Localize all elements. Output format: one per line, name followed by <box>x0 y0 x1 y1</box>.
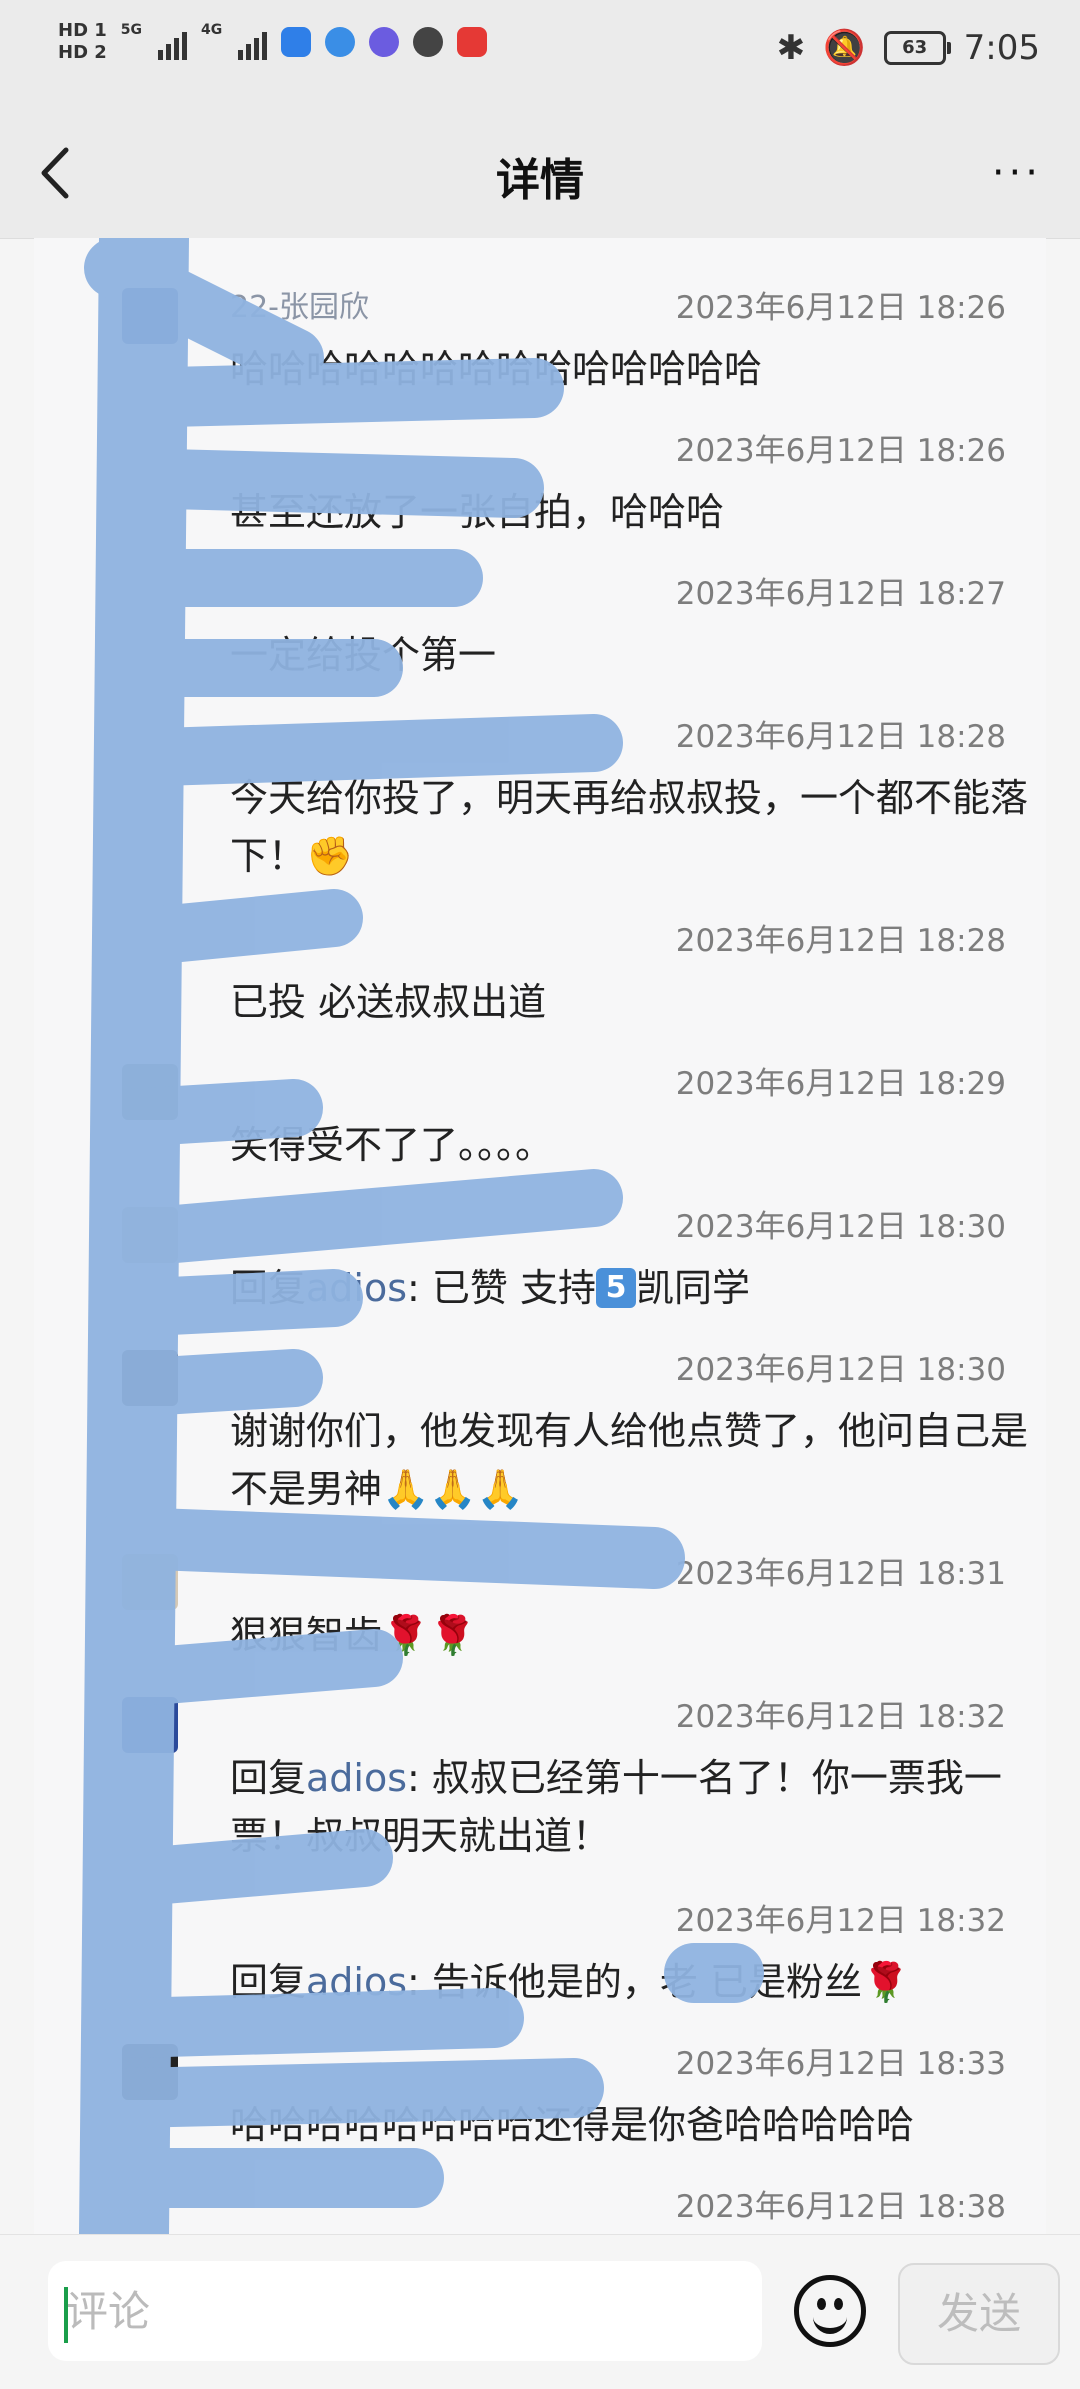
comment-text: 狠狠智齿🌹🌹 <box>230 1613 477 1657</box>
status-right: ✱ 🔕 63 7:05 <box>777 28 1040 68</box>
comment-author[interactable]: 22-张园欣 <box>230 282 369 326</box>
comment-time: 2023年6月12日 18:33 <box>675 2046 1006 2082</box>
comment-time: 2023年6月12日 18:31 <box>675 1556 1006 1592</box>
comment-time: 2023年6月12日 18:38 <box>675 2189 1006 2225</box>
comment-text: 回复adios: 告诉他是的，老 已是粉丝🌹 <box>230 1953 1030 2011</box>
battery-icon: 63 <box>883 31 951 65</box>
more-options-button[interactable]: ··· <box>992 153 1042 193</box>
comment-text: 哈哈哈哈哈哈哈哈还得是你爸哈哈哈哈哈 <box>230 2103 915 2147</box>
reply-body: : 告诉他是的，老 已是粉丝🌹 <box>407 1960 910 2004</box>
sim-indicators: HD 1 HD 2 <box>58 22 107 62</box>
comment-compose-bar: 发送 <box>0 2234 1080 2389</box>
comment-time: 2023年6月12日 18:30 <box>675 1209 1006 1245</box>
avatar[interactable] <box>122 288 178 344</box>
comment-text: 回复adios: 叔叔已经第十一名了！你一票我一票！叔叔明天就出道！ <box>230 1749 1030 1865</box>
clock-time: 7:05 <box>963 28 1040 68</box>
status-bar: HD 1 HD 2 5G 4G ✱ 🔕 63 7:05 <box>0 0 1080 108</box>
comment-text: 哈哈哈哈哈哈哈哈哈哈哈哈哈哈 <box>230 347 763 391</box>
browser-app-icon <box>325 27 356 57</box>
reply-body-suffix: 凯同学 <box>636 1266 751 1310</box>
avatar[interactable] <box>122 2044 178 2100</box>
keycap-five-emoji: 5 <box>596 1268 636 1308</box>
signal-icon <box>158 24 188 60</box>
comment-time: 2023年6月12日 18:32 <box>675 1699 1006 1735</box>
comment-text: 谢谢你们，他发现有人给他点赞了，他问自己是不是男神🙏🙏🙏 <box>230 1409 1029 1511</box>
comment-time: 2023年6月12日 18:26 <box>675 290 1006 326</box>
comment-time: 2023年6月12日 18:29 <box>675 1066 1006 1102</box>
reply-body: : 已赞 支持 <box>407 1266 596 1310</box>
comment-text: 今天给你投了，明天再给叔叔投，一个都不能落下！✊ <box>230 776 1029 878</box>
reply-prefix: 回复 <box>230 1266 307 1310</box>
avatar[interactable] <box>122 1554 178 1610</box>
chat-bubble-icon <box>413 27 444 57</box>
top-nav-bar: 详情 ··· <box>0 108 1080 239</box>
comment-time: 2023年6月12日 18:26 <box>675 433 1006 469</box>
network-4g-label: 4G <box>201 22 223 38</box>
comment-input[interactable] <box>48 2261 762 2361</box>
send-button[interactable]: 发送 <box>898 2263 1060 2365</box>
bluetooth-icon: ✱ <box>776 28 806 68</box>
sim1-label: HD 1 <box>58 20 107 41</box>
reply-target-link[interactable]: adios <box>306 1960 407 2004</box>
reply-prefix: 回复 <box>230 1756 307 1800</box>
comment-time: 2023年6月12日 18:27 <box>675 576 1006 612</box>
shield-app-icon <box>281 27 312 57</box>
comment-time: 2023年6月12日 18:32 <box>675 1903 1006 1939</box>
comment-text: 回复adios: 已赞 支持 5 凯同学 <box>230 1259 1030 1317</box>
comment-text: 笑得受不了了。。。。 <box>230 1123 554 1167</box>
comment-time: 2023年6月12日 18:28 <box>675 923 1006 959</box>
signal-icon <box>238 24 268 60</box>
reply-target-link[interactable]: adios <box>306 1266 407 1310</box>
reply-prefix: 回复 <box>230 1960 307 2004</box>
emoji-button[interactable] <box>794 2275 866 2347</box>
reply-target-link[interactable]: adios <box>306 1756 407 1800</box>
avatar[interactable] <box>122 1207 178 1263</box>
avatar[interactable] <box>122 1697 178 1753</box>
book-app-icon <box>457 27 488 57</box>
comment-text: 一定给投个第一 <box>230 633 497 677</box>
status-left: HD 1 HD 2 5G 4G <box>58 22 488 62</box>
smiley-icon <box>813 2310 847 2334</box>
comment-time: 2023年6月12日 18:30 <box>675 1352 1006 1388</box>
sim2-label: HD 2 <box>58 42 107 63</box>
avatar[interactable] <box>122 1350 178 1406</box>
text-cursor <box>64 2287 68 2343</box>
network-5g-label: 5G <box>120 22 143 38</box>
avatar[interactable] <box>122 1064 178 1120</box>
comment-text: 甚至还放了一张自拍，哈哈哈 <box>230 490 725 534</box>
mute-bell-icon: 🔕 <box>823 28 866 68</box>
music-app-icon <box>369 27 400 57</box>
page-title: 详情 <box>496 155 584 206</box>
comment-text: 已投 必送叔叔出道 <box>230 980 547 1024</box>
comment-time: 2023年6月12日 18:28 <box>675 719 1006 755</box>
comments-panel[interactable]: 22-张园欣 2023年6月12日 18:26 哈哈哈哈哈哈哈哈哈哈哈哈哈哈 2… <box>34 238 1046 2234</box>
